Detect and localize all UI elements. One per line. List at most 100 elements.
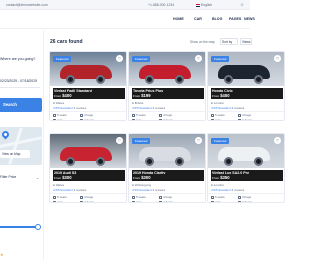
door-icon <box>159 200 162 202</box>
price-prefix: From <box>133 94 141 98</box>
map-road <box>8 127 23 165</box>
doors-spec: 4 doors <box>238 118 253 121</box>
car-wheel <box>145 75 154 84</box>
heart-icon[interactable]: ♡ <box>274 137 281 144</box>
bags-label: 4 bags <box>163 113 173 117</box>
gear-icon <box>53 118 56 120</box>
car-wheel <box>254 75 263 84</box>
car-location: ● Wales <box>53 101 64 105</box>
car-card[interactable]: ♡ 2019 Audi S3 From$300 ● Wales 4.5/5 Excell… <box>49 133 127 203</box>
bag-icon <box>80 113 83 117</box>
nav-news[interactable]: NEWS <box>244 17 255 21</box>
seats-label: 5 seats <box>215 195 225 199</box>
reviews-label: 3 reviews <box>152 188 166 192</box>
chevron-down-icon[interactable]: ⌄ <box>36 175 39 180</box>
sidebar-divider <box>0 87 40 88</box>
rating-label: 4.5/5 Excellent <box>53 106 73 110</box>
car-wheel <box>145 157 154 166</box>
car-wheel <box>224 157 233 166</box>
location-label: Bristol <box>134 101 144 105</box>
seat-icon <box>53 113 56 117</box>
doors-label: 4 doors <box>242 118 253 121</box>
transmission-label: auto <box>57 200 63 203</box>
contact-phone[interactable]: +1-888-000-1234 <box>148 3 174 7</box>
price-value: $300 <box>62 175 72 180</box>
reviews-label: 3 reviews <box>231 106 245 110</box>
nav-car[interactable]: CAR <box>194 17 202 21</box>
seat-icon <box>53 195 56 199</box>
doors-spec: 4 doors <box>238 200 253 203</box>
car-card[interactable]: Featured ♡ Honda Civic From$450 ● London 4.5/… <box>207 51 285 121</box>
featured-badge: Featured <box>132 56 151 62</box>
car-wheel <box>224 75 233 84</box>
bags-spec: 4 bags <box>238 113 251 117</box>
date-range-field[interactable]: 02/23/2025 - 07/18/2025 <box>0 79 37 83</box>
seat-icon <box>211 113 214 117</box>
price-prefix: From <box>54 176 62 180</box>
transmission-label: auto <box>57 118 63 121</box>
location-question[interactable]: Where are you going? <box>0 57 35 61</box>
gear-icon <box>132 118 135 120</box>
car-rating: 4.5/5 Excellent 3 reviews <box>132 106 165 110</box>
car-card[interactable]: Featured ♡ Vinfast Fadil Standard From$400 ●… <box>49 51 127 121</box>
seats-label: 5 seats <box>215 113 225 117</box>
map-preview[interactable]: View on Map <box>0 127 42 165</box>
price-value: $400 <box>62 93 72 98</box>
rating-label: 4.5/5 Excellent <box>211 188 231 192</box>
doors-label: 4 doors <box>242 200 253 203</box>
card-divider <box>208 193 284 194</box>
view-on-map-button[interactable]: View on Map <box>0 150 30 158</box>
contact-email[interactable]: contact@demowebsite.com <box>6 3 48 7</box>
price-slider-handle[interactable] <box>35 224 41 230</box>
price-prefix: From <box>54 94 62 98</box>
nav-home[interactable]: HOME <box>173 17 184 21</box>
price-slider-track[interactable] <box>0 226 36 228</box>
show-on-map-toggle[interactable]: Show on the map <box>190 40 215 44</box>
rating-label: 4.5/5 Excellent <box>211 106 231 110</box>
heart-icon[interactable]: ♡ <box>195 137 202 144</box>
reviews-label: 3 reviews <box>73 188 87 192</box>
bags-spec: 4 bags <box>80 195 93 199</box>
reviews-label: 3 reviews <box>231 188 245 192</box>
card-divider <box>208 111 284 112</box>
card-divider <box>129 111 205 112</box>
nav-pages[interactable]: PAGES <box>229 17 241 21</box>
car-location: ● Wales <box>53 183 64 187</box>
doors-spec: 4 doors <box>80 118 94 120</box>
car-card[interactable]: Featured ♡ Vinfast Lux SA2.0 Pre From$350 ● … <box>207 133 285 203</box>
filter-price-heading[interactable]: Filter Price <box>0 175 16 179</box>
star-icon[interactable]: ★ <box>0 252 4 257</box>
bag-icon <box>238 195 241 199</box>
transmission-spec: auto <box>211 118 221 120</box>
heart-icon[interactable]: ♡ <box>116 55 123 62</box>
door-icon <box>80 200 83 202</box>
nav-blog[interactable]: BLOG <box>212 17 222 21</box>
user-icon[interactable]: ☺ <box>240 2 244 7</box>
transmission-spec: auto <box>53 118 63 121</box>
location-label: London <box>213 183 225 187</box>
transmission-spec: auto <box>132 118 142 121</box>
seat-icon <box>132 113 135 117</box>
heart-icon[interactable]: ♡ <box>195 55 202 62</box>
car-card[interactable]: Featured ♡ 2019 Honda Clarity From$300 ● Wol… <box>128 133 206 203</box>
search-button[interactable]: Search <box>0 98 42 112</box>
seats-spec: 5 seats <box>132 113 146 117</box>
heart-icon[interactable]: ♡ <box>274 55 281 62</box>
sort-dropdown[interactable]: Sort by <box>220 38 238 45</box>
car-rating: 4.5/5 Excellent 3 reviews <box>53 188 86 192</box>
heart-icon[interactable]: ♡ <box>116 137 123 144</box>
transmission-spec: auto <box>53 200 63 203</box>
car-rating: 4.5/5 Excellent 3 reviews <box>132 188 165 192</box>
car-card[interactable]: Featured ♡ Toyota Prius Plus From$199 ● Bris… <box>128 51 206 121</box>
doors-spec: 4 doors <box>159 200 173 202</box>
view-toggle[interactable]: Views <box>240 38 252 45</box>
transmission-label: auto <box>136 118 142 121</box>
doors-label: 4 doors <box>163 118 174 121</box>
car-location: ● Wollongong <box>132 183 151 187</box>
bags-spec: 4 bags <box>238 195 251 199</box>
language-selector[interactable]: English <box>196 3 212 7</box>
uk-flag-icon <box>196 3 200 7</box>
rating-label: 4.5/5 Excellent <box>132 106 152 110</box>
doors-spec: 4 doors <box>80 200 94 202</box>
price-value: $300 <box>141 175 151 180</box>
